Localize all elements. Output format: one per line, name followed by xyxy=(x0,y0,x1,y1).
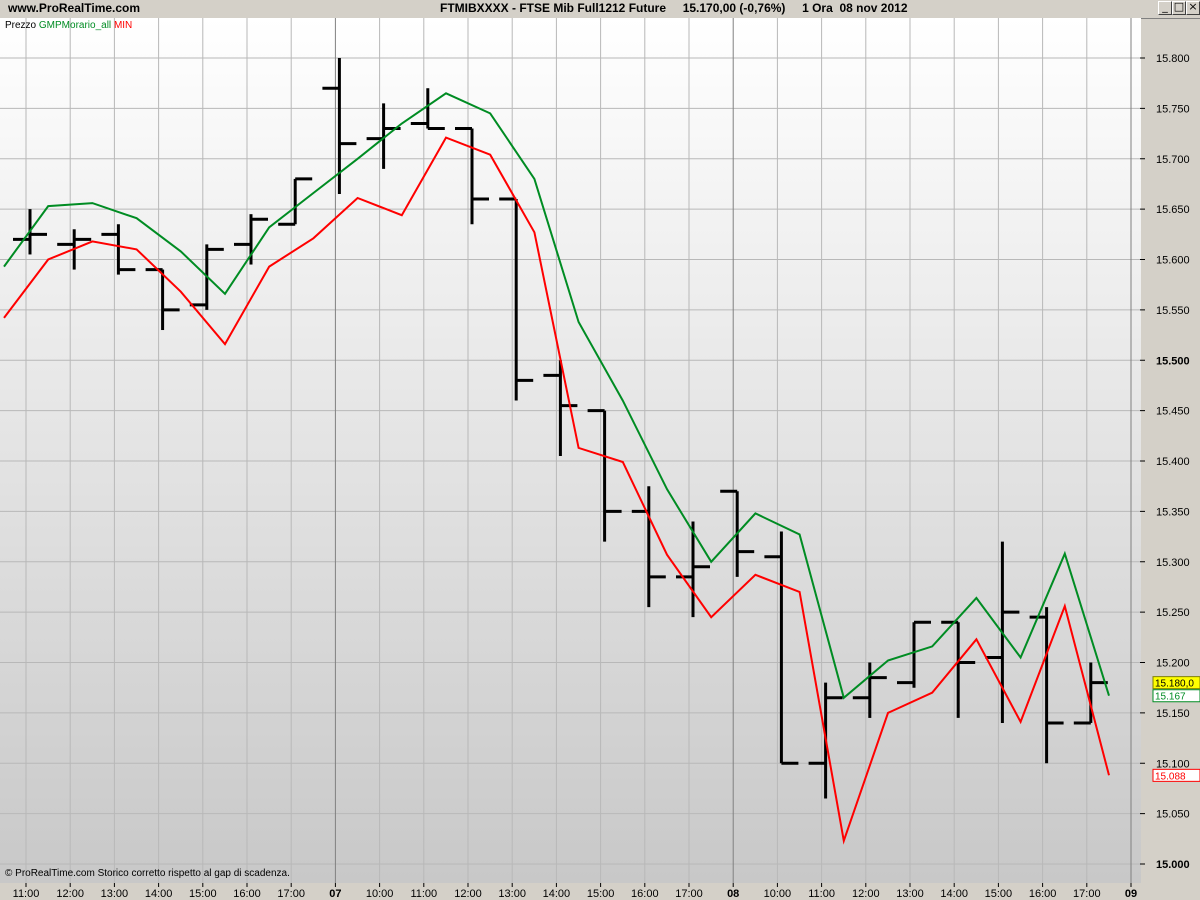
y-tick-label: 15.400 xyxy=(1156,456,1190,468)
x-tick-label: 17:00 xyxy=(675,888,703,900)
last-price-label-text: 15.180,0 xyxy=(1155,679,1194,690)
y-tick-label: 15.250 xyxy=(1156,607,1190,619)
x-tick-label: 12:00 xyxy=(454,888,482,900)
x-tick-label: 16:00 xyxy=(631,888,659,900)
y-tick-label: 15.450 xyxy=(1156,406,1190,418)
footnote: © ProRealTime.com Storico corretto rispe… xyxy=(5,868,290,879)
y-tick-label: 15.650 xyxy=(1156,204,1190,216)
legend-indicator: GMPMorario_all xyxy=(38,20,112,31)
x-tick-label: 10:00 xyxy=(366,888,394,900)
last-price-label: 15.180,0 xyxy=(1152,676,1200,690)
x-tick-label: 15:00 xyxy=(587,888,615,900)
max-value-label: 15.167 xyxy=(1152,689,1200,703)
legend-min: MIN xyxy=(113,20,133,31)
x-tick-label: 15:00 xyxy=(985,888,1013,900)
x-tick-label: 11:00 xyxy=(13,888,40,900)
y-tick-label: 15.300 xyxy=(1156,557,1190,569)
y-tick-label: 15.350 xyxy=(1156,506,1190,518)
plot-background xyxy=(0,18,1141,883)
x-tick-label: 14:00 xyxy=(543,888,571,900)
x-tick-label: 14:00 xyxy=(145,888,173,900)
y-tick-label: 15.800 xyxy=(1156,53,1190,65)
x-tick-label: 12:00 xyxy=(852,888,880,900)
y-tick-label: 15.750 xyxy=(1156,103,1190,115)
y-tick-label: 15.600 xyxy=(1156,255,1190,267)
x-tick-label: 14:00 xyxy=(940,888,968,900)
x-tick-label: 10:00 xyxy=(764,888,792,900)
max-value-label-text: 15.167 xyxy=(1155,692,1186,703)
x-tick-label: 13:00 xyxy=(101,888,129,900)
y-tick-label: 15.200 xyxy=(1156,658,1190,670)
legend-price: Prezzo xyxy=(5,20,37,31)
x-tick-label: 12:00 xyxy=(56,888,84,900)
x-tick-label: 13:00 xyxy=(498,888,526,900)
min-value-label-text: 15.088 xyxy=(1155,771,1186,782)
y-tick-label: 15.700 xyxy=(1156,154,1190,166)
x-tick-label: 13:00 xyxy=(896,888,924,900)
min-value-label: 15.088 xyxy=(1152,768,1200,782)
y-tick-label: 15.000 xyxy=(1156,859,1190,871)
y-tick-label: 15.500 xyxy=(1156,355,1190,367)
x-tick-label: 08 xyxy=(727,888,739,900)
x-tick-label: 11:00 xyxy=(808,888,835,900)
y-tick-label: 15.100 xyxy=(1156,758,1190,770)
x-tick-label: 17:00 xyxy=(277,888,305,900)
x-tick-label: 17:00 xyxy=(1073,888,1101,900)
x-tick-label: 16:00 xyxy=(1029,888,1057,900)
legend: Prezzo GMPMorario_all MIN xyxy=(5,20,132,31)
y-tick-label: 15.150 xyxy=(1156,708,1190,720)
y-tick-label: 15.050 xyxy=(1156,809,1190,821)
x-tick-label: 16:00 xyxy=(233,888,261,900)
x-tick-label: 15:00 xyxy=(189,888,217,900)
x-tick-label: 11:00 xyxy=(410,888,437,900)
x-tick-label: 07 xyxy=(329,888,341,900)
y-tick-label: 15.550 xyxy=(1156,305,1190,317)
x-tick-label: 09 xyxy=(1125,888,1137,900)
price-chart[interactable]: 15.800 15.750 15.700 15.650 15.600 15.550 15.5… xyxy=(0,0,1200,900)
